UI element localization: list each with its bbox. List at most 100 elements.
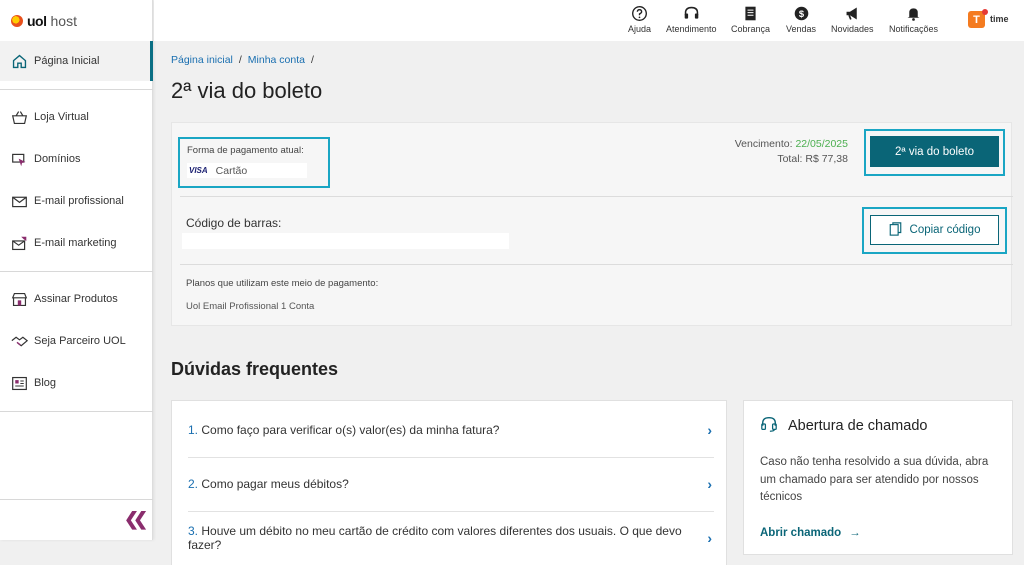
- sidebar-item-label: E-mail profissional: [34, 195, 124, 207]
- topbar-cobranca[interactable]: Cobrança: [731, 4, 770, 34]
- double-chevron-left-icon[interactable]: ❮❮: [124, 509, 148, 530]
- open-ticket-label: Abrir chamado: [760, 527, 842, 539]
- breadcrumb: Página inicial / Minha conta /: [171, 54, 314, 66]
- faq-question: Houve um débito no meu cartão de crédito…: [188, 524, 682, 552]
- logo[interactable]: uol host: [0, 0, 152, 41]
- topbar-vendas[interactable]: $ Vendas: [786, 4, 816, 34]
- payment-label: Forma de pagamento atual:: [187, 145, 304, 156]
- sidebar-item-label: Seja Parceiro UOL: [34, 335, 126, 347]
- faq-number: 1.: [188, 423, 199, 437]
- sidebar-item-label: Blog: [34, 377, 57, 389]
- payment-card: Forma de pagamento atual: VISA Cartão Ve…: [171, 122, 1013, 326]
- logo-uol-text: uol: [27, 12, 47, 29]
- topbar-ajuda[interactable]: Ajuda: [628, 4, 651, 34]
- sidebar-item-label: E-mail marketing: [34, 237, 117, 249]
- topbar-atendimento[interactable]: Atendimento: [666, 4, 717, 34]
- topbar-label: Novidades: [831, 24, 874, 34]
- topbar: Ajuda Atendimento Cobrança $ Vendas Novi…: [154, 0, 1024, 41]
- blog-icon: [10, 374, 28, 392]
- support-title: Abertura de chamado: [788, 418, 928, 434]
- breadcrumb-home-link[interactable]: Página inicial: [171, 54, 233, 66]
- domain-pointer-icon: [10, 150, 28, 168]
- faq-item[interactable]: 1. Como faço para verificar o(s) valor(e…: [188, 403, 712, 457]
- uol-logo-icon: [11, 14, 23, 27]
- support-card: Abertura de chamado Caso não tenha resol…: [743, 400, 1013, 555]
- support-header: Abertura de chamado: [760, 415, 927, 437]
- sidebar-item-label: Loja Virtual: [34, 111, 89, 123]
- notification-dot: [982, 9, 988, 15]
- sidebar: uol host Página Inicial Loja Virtual Dom…: [0, 0, 153, 540]
- faq-question: Como faço para verificar o(s) valor(es) …: [201, 423, 500, 437]
- basket-icon: [10, 108, 28, 126]
- chevron-right-icon: ›: [707, 422, 712, 438]
- sidebar-item-home[interactable]: Página Inicial: [0, 41, 153, 81]
- sidebar-divider: [0, 271, 153, 272]
- topbar-label: Vendas: [786, 24, 817, 34]
- copy-button-highlight: Copiar código: [862, 207, 1007, 254]
- store-icon: [10, 290, 28, 308]
- logo-host-text: host: [50, 12, 77, 29]
- sidebar-item-dominios[interactable]: Domínios: [0, 139, 153, 179]
- sidebar-divider: [0, 499, 153, 500]
- chevron-right-icon: ›: [707, 530, 712, 546]
- chevron-right-icon: ›: [707, 476, 712, 492]
- faq-item[interactable]: 3. Houve um débito no meu cartão de créd…: [188, 511, 712, 565]
- sidebar-item-label: Página Inicial: [34, 55, 100, 67]
- sidebar-item-assinar-produtos[interactable]: Assinar Produtos: [0, 279, 153, 319]
- home-icon: [10, 52, 28, 70]
- open-ticket-link[interactable]: Abrir chamado →: [760, 527, 861, 539]
- breadcrumb-separator: /: [311, 54, 314, 66]
- svg-text:$: $: [798, 8, 804, 18]
- faq-title: Dúvidas frequentes: [171, 359, 339, 379]
- sidebar-item-seja-parceiro[interactable]: Seja Parceiro UOL: [0, 321, 153, 361]
- topbar-label: Ajuda: [628, 24, 652, 34]
- payment-method: Cartão: [215, 164, 248, 177]
- due-date: 22/05/2025: [795, 138, 848, 150]
- copy-icon: [889, 221, 902, 239]
- faq-number: 2.: [188, 477, 199, 491]
- copy-code-label: Copiar código: [909, 224, 981, 236]
- dollar-icon: $: [792, 4, 810, 22]
- email-marketing-icon: [10, 234, 28, 252]
- copy-code-button[interactable]: Copiar código: [870, 215, 999, 245]
- breadcrumb-account-link[interactable]: Minha conta: [248, 54, 305, 66]
- topbar-label: Atendimento: [666, 24, 717, 34]
- bell-icon: [905, 4, 923, 22]
- sidebar-item-label: Domínios: [34, 153, 81, 165]
- support-text: Caso não tenha resolvido a sua dúvida, a…: [760, 456, 989, 503]
- topbar-notificacoes[interactable]: Notificações: [889, 4, 938, 34]
- visa-icon: VISA: [189, 166, 208, 175]
- boleto-button-highlight: 2ª via do boleto: [864, 129, 1005, 176]
- sidebar-item-email-marketing[interactable]: E-mail marketing: [0, 223, 153, 263]
- due-info: Vencimento: 22/05/2025 Total: R$ 77,38: [735, 137, 848, 167]
- sidebar-divider: [0, 411, 153, 412]
- topbar-label: Notificações: [889, 24, 939, 34]
- document-icon: [742, 4, 760, 22]
- sidebar-item-blog[interactable]: Blog: [0, 363, 153, 403]
- headset-icon: [682, 4, 700, 22]
- total-value: R$ 77,38: [805, 153, 848, 165]
- barcode-field[interactable]: [182, 233, 509, 249]
- sidebar-item-loja-virtual[interactable]: Loja Virtual: [0, 97, 153, 137]
- divider: [180, 264, 1013, 265]
- envelope-icon: [10, 192, 28, 210]
- breadcrumb-separator: /: [238, 54, 242, 66]
- faq-item[interactable]: 2. Como pagar meus débitos? ›: [188, 457, 712, 511]
- megaphone-icon: [843, 4, 861, 22]
- faq-question: Como pagar meus débitos?: [201, 477, 349, 491]
- plan-value: Uol Email Profissional 1 Conta: [186, 301, 315, 312]
- team-label[interactable]: time: [990, 14, 1009, 24]
- question-icon: [631, 4, 649, 22]
- topbar-label: Cobrança: [731, 24, 771, 34]
- topbar-novidades[interactable]: Novidades: [831, 4, 874, 34]
- handshake-icon: [10, 332, 28, 350]
- arrow-right-icon: →: [849, 527, 861, 539]
- payment-method-row: VISA Cartão: [187, 163, 307, 178]
- due-label: Vencimento:: [734, 138, 793, 150]
- plans-label: Planos que utilizam este meio de pagamen…: [186, 278, 379, 289]
- sidebar-item-email-profissional[interactable]: E-mail profissional: [0, 181, 153, 221]
- total-label: Total:: [777, 153, 803, 165]
- boleto-button[interactable]: 2ª via do boleto: [870, 136, 999, 167]
- sidebar-divider: [0, 89, 153, 90]
- barcode-label: Código de barras:: [186, 216, 282, 230]
